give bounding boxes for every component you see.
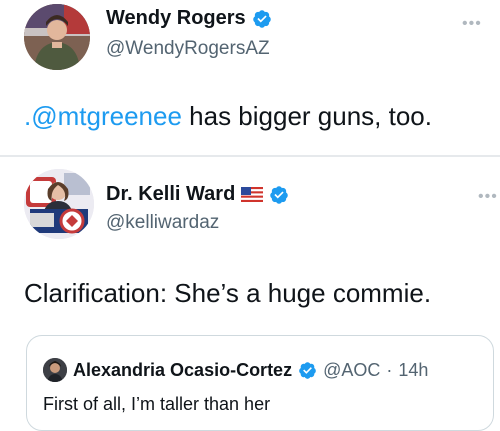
more-options-icon[interactable]: ••• (478, 189, 498, 205)
more-options-icon[interactable]: ••• (462, 16, 482, 32)
quoted-tweet[interactable]: Alexandria Ocasio-Cortez @AOC · 14h Firs… (26, 335, 494, 431)
quoted-author-handle[interactable]: @AOC (323, 360, 380, 381)
tweet-text: .@mtgreenee has bigger guns, too. (24, 101, 432, 132)
mention-link[interactable]: .@mtgreenee (24, 101, 182, 131)
us-flag-icon (241, 187, 264, 202)
avatar[interactable] (43, 358, 67, 382)
quoted-author-name[interactable]: Alexandria Ocasio-Cortez (73, 360, 292, 381)
quoted-author-line: Alexandria Ocasio-Cortez @AOC · 14h (43, 358, 428, 382)
avatar[interactable] (24, 169, 94, 239)
separator-dot: · (386, 359, 393, 380)
tweet-text: Clarification: She’s a huge commie. (24, 278, 432, 308)
tweet-text-rest: has bigger guns, too. (181, 101, 432, 131)
avatar-aoc-image (43, 358, 67, 382)
quoted-tweet-text: First of all, I’m taller than her (43, 394, 271, 414)
avatar-wendy-rogers-image (24, 4, 90, 70)
author-name[interactable]: Wendy Rogers (106, 7, 246, 30)
author-handle[interactable]: @kelliwardaz (106, 212, 219, 234)
author-line: Dr. Kelli Ward (106, 183, 289, 206)
tweet-kelli-ward[interactable]: Dr. Kelli Ward @kelliwardaz ••• Clarific… (0, 157, 500, 431)
avatar-kelli-ward-image (24, 169, 94, 239)
verified-badge-icon (270, 185, 289, 204)
avatar[interactable] (24, 4, 90, 70)
verified-badge-icon (299, 361, 316, 379)
author-line: Wendy Rogers (106, 7, 272, 30)
author-name[interactable]: Dr. Kelli Ward (106, 183, 235, 206)
tweet-wendy-rogers[interactable]: Wendy Rogers @WendyRogersAZ ••• .@mtgree… (0, 0, 500, 156)
quoted-timestamp[interactable]: 14h (398, 360, 428, 381)
author-handle[interactable]: @WendyRogersAZ (106, 38, 270, 60)
verified-badge-icon (252, 9, 271, 28)
